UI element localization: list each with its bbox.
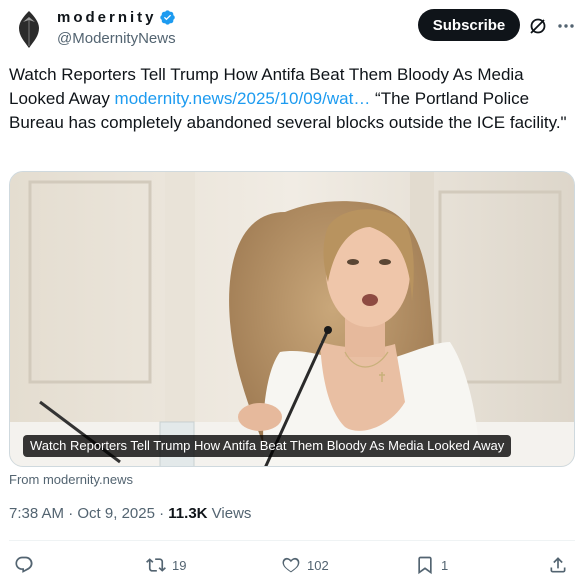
video-media[interactable]: Watch Reporters Tell Trump How Antifa Be… [9, 171, 575, 467]
tweet-time[interactable]: 7:38 AM [9, 505, 64, 522]
views-label: Views [211, 505, 252, 522]
repost-icon [146, 558, 166, 572]
author-handle[interactable]: @ModernityNews [57, 30, 176, 47]
bookmark-icon [418, 556, 432, 575]
more-options-icon[interactable] [556, 16, 576, 36]
reply-icon [15, 556, 33, 573]
bookmark-count: 1 [441, 557, 449, 573]
verified-badge-icon [159, 9, 176, 26]
article-link[interactable]: modernity.news/2025/10/09/wat… [115, 89, 371, 108]
share-icon [550, 557, 566, 573]
meta-separator: · [159, 505, 165, 522]
divider [9, 540, 575, 541]
heart-icon [282, 557, 300, 573]
avatar-logo-icon [12, 11, 46, 48]
like-count: 102 [307, 557, 329, 573]
video-caption: Watch Reporters Tell Trump How Antifa Be… [23, 435, 512, 457]
share-button[interactable] [548, 551, 568, 579]
tweet-meta: 7:38 AM · Oct 9, 2025 · 11.3K Views [9, 505, 251, 522]
video-thumbnail [10, 172, 574, 466]
bookmark-button[interactable]: 1 [415, 551, 448, 579]
reply-button[interactable] [14, 551, 40, 579]
grok-icon[interactable] [528, 16, 548, 36]
like-button[interactable]: 102 [281, 551, 329, 579]
action-bar: 19 102 1 [0, 551, 581, 579]
repost-button[interactable]: 19 [146, 551, 186, 579]
tweet-date[interactable]: Oct 9, 2025 [77, 505, 155, 522]
author-name-row[interactable]: modernity [57, 9, 176, 26]
meta-separator: · [68, 505, 74, 522]
author-display-name[interactable]: modernity [57, 9, 157, 26]
media-source[interactable]: From modernity.news [9, 472, 133, 487]
tweet-header: modernity @ModernityNews Subscribe [0, 0, 581, 60]
subscribe-button[interactable]: Subscribe [418, 9, 520, 41]
tweet-text: Watch Reporters Tell Trump How Antifa Be… [9, 63, 574, 135]
repost-count: 19 [172, 557, 187, 573]
views-count: 11.3K [168, 505, 208, 522]
avatar[interactable] [10, 8, 48, 50]
